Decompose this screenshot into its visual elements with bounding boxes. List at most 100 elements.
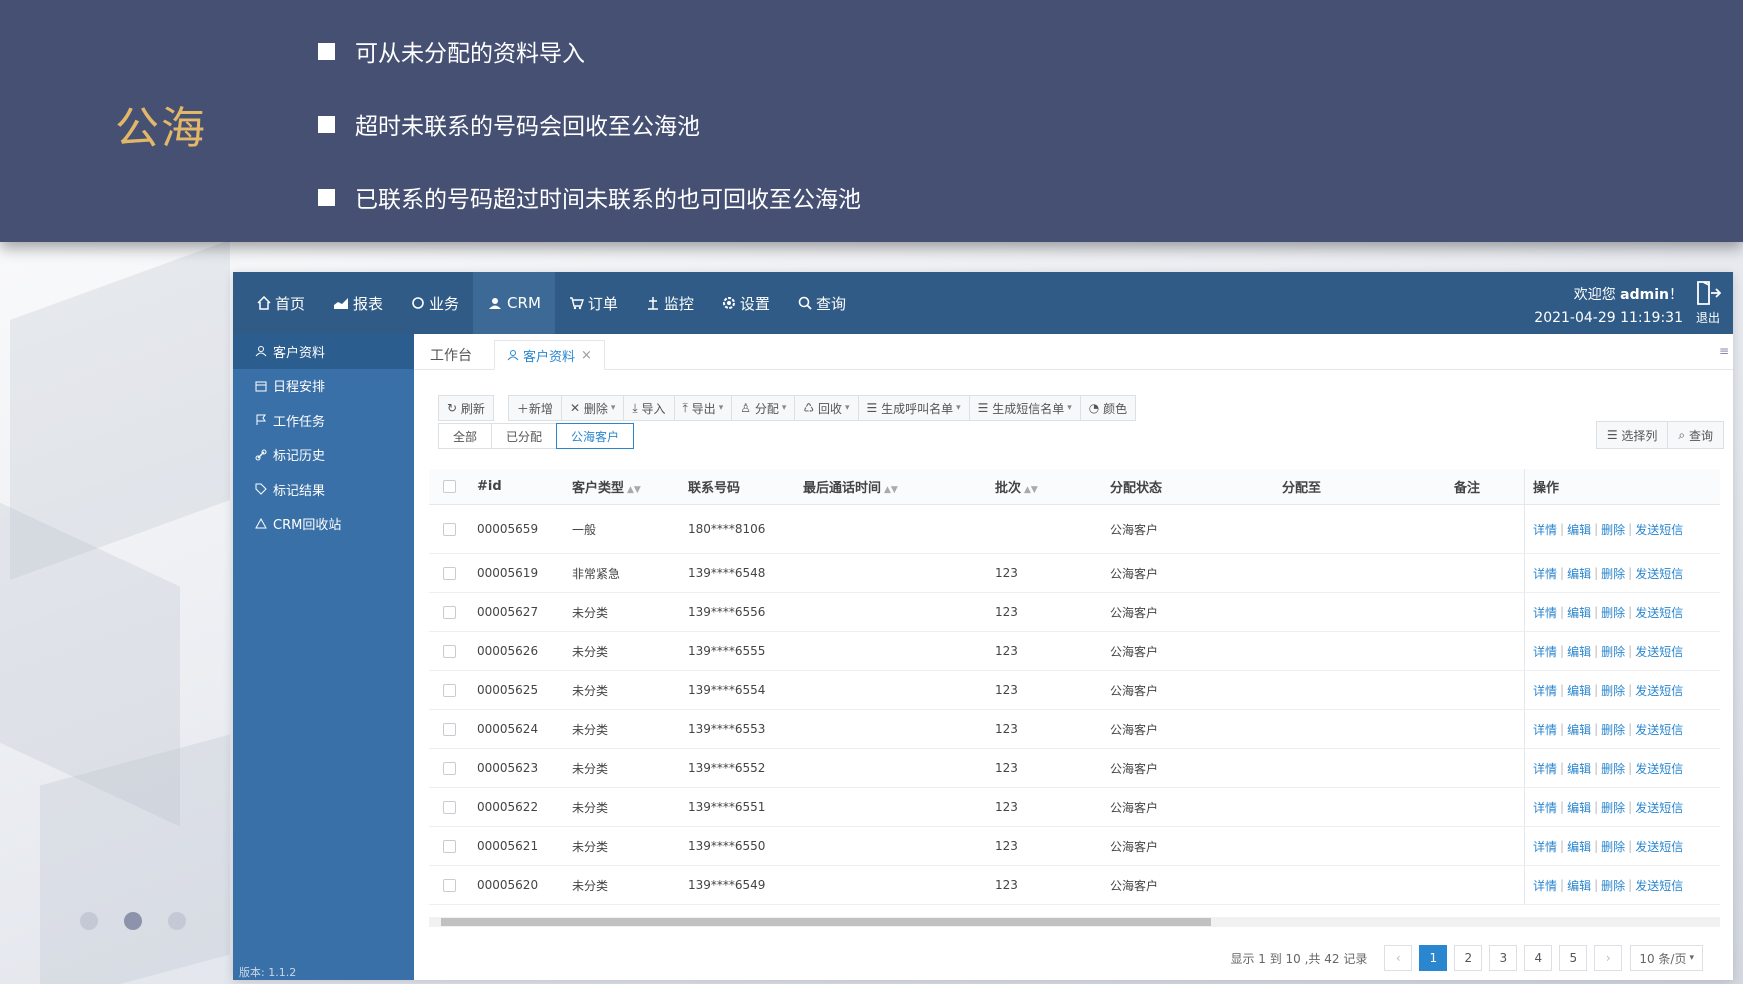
slide-dot[interactable] bbox=[80, 912, 98, 930]
delete-link[interactable]: 删除 bbox=[1601, 760, 1625, 777]
close-icon[interactable]: × bbox=[581, 348, 592, 363]
row-checkbox[interactable] bbox=[443, 800, 456, 814]
detail-link[interactable]: 详情 bbox=[1533, 838, 1557, 855]
sms-list-button[interactable]: ☰ 生成短信名单 ▾ bbox=[968, 395, 1081, 421]
edit-link[interactable]: 编辑 bbox=[1567, 721, 1591, 738]
table-row[interactable]: 00005624 未分类 139****6553 123 公海客户 详情 | 编辑 | 删除 | 发送… bbox=[429, 710, 1720, 749]
header-phone[interactable]: 联系号码 bbox=[682, 477, 797, 496]
send-sms-link[interactable]: 发送短信 bbox=[1635, 521, 1683, 538]
row-checkbox[interactable] bbox=[443, 761, 456, 775]
nav-crm[interactable]: CRM bbox=[473, 272, 555, 334]
refresh-button[interactable]: ↻ 刷新 bbox=[438, 395, 494, 421]
slide-dot[interactable] bbox=[168, 912, 186, 930]
filter-all[interactable]: 全部 bbox=[438, 423, 493, 449]
detail-link[interactable]: 详情 bbox=[1533, 877, 1557, 894]
nav-search[interactable]: 查询 bbox=[784, 272, 860, 334]
detail-link[interactable]: 详情 bbox=[1533, 604, 1557, 621]
nav-settings[interactable]: 设置 bbox=[708, 272, 784, 334]
color-button[interactable]: ◔ 颜色 bbox=[1079, 395, 1137, 421]
tab-workbench[interactable]: 工作台 bbox=[430, 340, 472, 370]
delete-link[interactable]: 删除 bbox=[1601, 643, 1625, 660]
sidebar-item-customer-data[interactable]: 客户资料 bbox=[233, 334, 414, 369]
delete-link[interactable]: 删除 bbox=[1601, 721, 1625, 738]
detail-link[interactable]: 详情 bbox=[1533, 521, 1557, 538]
scrollbar-thumb[interactable] bbox=[441, 918, 1211, 926]
sidebar-item-mark-results[interactable]: 标记结果 bbox=[233, 472, 414, 507]
send-sms-link[interactable]: 发送短信 bbox=[1635, 799, 1683, 816]
detail-link[interactable]: 详情 bbox=[1533, 682, 1557, 699]
delete-link[interactable]: 删除 bbox=[1601, 682, 1625, 699]
edit-link[interactable]: 编辑 bbox=[1567, 877, 1591, 894]
header-assigned-to[interactable]: 分配至 bbox=[1276, 477, 1448, 496]
select-columns-button[interactable]: ☰ 选择列 bbox=[1595, 421, 1669, 449]
page-button[interactable]: 1 bbox=[1419, 945, 1448, 971]
delete-link[interactable]: 删除 bbox=[1601, 521, 1625, 538]
sidebar-item-tasks[interactable]: 工作任务 bbox=[233, 403, 414, 438]
edit-link[interactable]: 编辑 bbox=[1567, 604, 1591, 621]
next-page-button[interactable]: › bbox=[1594, 945, 1623, 971]
page-size-select[interactable]: 10 条/页 ▾ bbox=[1630, 945, 1703, 971]
page-button[interactable]: 2 bbox=[1454, 945, 1483, 971]
row-checkbox[interactable] bbox=[443, 683, 456, 697]
header-type[interactable]: 客户类型 ▲▼ bbox=[566, 477, 682, 496]
send-sms-link[interactable]: 发送短信 bbox=[1635, 604, 1683, 621]
send-sms-link[interactable]: 发送短信 bbox=[1635, 565, 1683, 582]
detail-link[interactable]: 详情 bbox=[1533, 799, 1557, 816]
row-checkbox[interactable] bbox=[443, 605, 456, 619]
sidebar-item-mark-history[interactable]: 标记历史 bbox=[233, 438, 414, 473]
row-checkbox[interactable] bbox=[443, 644, 456, 658]
header-id[interactable]: #id bbox=[471, 479, 566, 494]
row-checkbox[interactable] bbox=[443, 878, 456, 892]
tabs-menu-icon[interactable]: ≡ bbox=[1719, 344, 1729, 358]
select-all-checkbox[interactable] bbox=[443, 480, 456, 493]
assign-button[interactable]: ♙ 分配 ▾ bbox=[731, 395, 796, 421]
edit-link[interactable]: 编辑 bbox=[1567, 799, 1591, 816]
nav-reports[interactable]: 报表 bbox=[319, 272, 397, 334]
prev-page-button[interactable]: ‹ bbox=[1384, 945, 1413, 971]
send-sms-link[interactable]: 发送短信 bbox=[1635, 682, 1683, 699]
send-sms-link[interactable]: 发送短信 bbox=[1635, 877, 1683, 894]
nav-home[interactable]: 首页 bbox=[243, 272, 319, 334]
row-checkbox[interactable] bbox=[443, 566, 456, 580]
table-row[interactable]: 00005627 未分类 139****6556 123 公海客户 详情 | 编辑 | 删除 | 发送… bbox=[429, 593, 1720, 632]
vertical-scrollbar[interactable] bbox=[1722, 507, 1730, 912]
delete-button[interactable]: ✕ 删除 ▾ bbox=[560, 395, 625, 421]
filter-assigned[interactable]: 已分配 bbox=[491, 423, 558, 449]
send-sms-link[interactable]: 发送短信 bbox=[1635, 838, 1683, 855]
edit-link[interactable]: 编辑 bbox=[1567, 521, 1591, 538]
edit-link[interactable]: 编辑 bbox=[1567, 643, 1591, 660]
detail-link[interactable]: 详情 bbox=[1533, 760, 1557, 777]
call-list-button[interactable]: ☰ 生成呼叫名单 ▾ bbox=[857, 395, 970, 421]
import-button[interactable]: ⤓ 导入 bbox=[623, 395, 675, 421]
header-status[interactable]: 分配状态 bbox=[1104, 477, 1276, 496]
table-row[interactable]: 00005621 未分类 139****6550 123 公海客户 详情 | 编辑 | 删除 | 发送… bbox=[429, 827, 1720, 866]
header-batch[interactable]: 批次 ▲▼ bbox=[989, 477, 1104, 496]
recycle-button[interactable]: ♺ 回收 ▾ bbox=[794, 395, 859, 421]
page-button[interactable]: 4 bbox=[1524, 945, 1553, 971]
send-sms-link[interactable]: 发送短信 bbox=[1635, 643, 1683, 660]
edit-link[interactable]: 编辑 bbox=[1567, 565, 1591, 582]
detail-link[interactable]: 详情 bbox=[1533, 721, 1557, 738]
nav-monitor[interactable]: 监控 bbox=[632, 272, 708, 334]
delete-link[interactable]: 删除 bbox=[1601, 838, 1625, 855]
horizontal-scrollbar[interactable] bbox=[429, 917, 1720, 927]
header-note[interactable]: 备注 bbox=[1448, 477, 1524, 496]
page-button[interactable]: 5 bbox=[1559, 945, 1588, 971]
row-checkbox[interactable] bbox=[443, 522, 456, 536]
row-checkbox[interactable] bbox=[443, 722, 456, 736]
table-row[interactable]: 00005619 非常紧急 139****6548 123 公海客户 详情 | 编辑 | 删除 | 发… bbox=[429, 554, 1720, 593]
table-row[interactable]: 00005659 一般 180****8106 公海客户 详情 | 编辑 | 删除 | 发送短信 bbox=[429, 505, 1720, 554]
logout-button[interactable]: 退出 bbox=[1689, 280, 1727, 326]
tab-customer-data[interactable]: 客户资料 × bbox=[494, 340, 605, 370]
edit-link[interactable]: 编辑 bbox=[1567, 760, 1591, 777]
nav-business[interactable]: 业务 bbox=[397, 272, 473, 334]
table-row[interactable]: 00005620 未分类 139****6549 123 公海客户 详情 | 编辑 | 删除 | 发送… bbox=[429, 866, 1720, 905]
table-row[interactable]: 00005625 未分类 139****6554 123 公海客户 详情 | 编辑 | 删除 | 发送… bbox=[429, 671, 1720, 710]
sidebar-item-recycle-bin[interactable]: CRM回收站 bbox=[233, 507, 414, 542]
filter-public-pool[interactable]: 公海客户 bbox=[556, 423, 635, 449]
sidebar-item-schedule[interactable]: 日程安排 bbox=[233, 369, 414, 404]
add-button[interactable]: ＋新增 bbox=[507, 395, 562, 421]
table-row[interactable]: 00005626 未分类 139****6555 123 公海客户 详情 | 编辑 | 删除 | 发送… bbox=[429, 632, 1720, 671]
table-search-button[interactable]: ⌕ 查询 bbox=[1667, 421, 1724, 449]
nav-orders[interactable]: 订单 bbox=[555, 272, 632, 334]
